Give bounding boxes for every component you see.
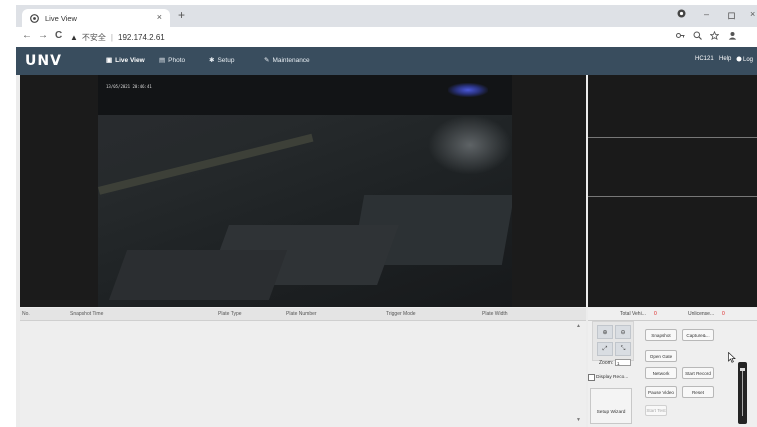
osd-timestamp: 13/05/2021 20:46:41 [106,84,152,89]
feed-blue-light [448,83,488,97]
open-gate-button[interactable]: Open Gate [645,350,677,362]
side-video-3[interactable] [588,197,757,307]
col-no[interactable]: No. [22,311,30,317]
menu-maintenance-label: Maintenance [272,56,310,64]
setup-wizard-button[interactable]: Setup Wizard [590,388,632,424]
unlicensed-count: 0 [722,311,725,317]
menu-photo[interactable]: ▤ Photo [159,56,186,65]
menu-maintenance[interactable]: ✎ Maintenance [264,56,310,65]
profile-icon[interactable] [677,9,686,20]
pause-video-button[interactable]: Pause Video [645,386,677,398]
table-header: No. Snapshot Time Plate Type Plate Numbe… [20,308,586,321]
help-link[interactable]: Help [719,56,731,62]
bookmark-star-icon[interactable] [709,30,720,42]
col-trigger-mode[interactable]: Trigger Mode [386,311,416,317]
unlicensed-label: Unlicense... [688,311,715,317]
total-vehicles-label: Total Vehi... [620,311,646,317]
logout-link[interactable]: Log [736,56,753,64]
feed-slab [108,250,288,300]
zoom-label: Zoom: [599,360,614,366]
maximize-button[interactable]: ロ [727,9,736,22]
display-record-label: Display Reco... [596,375,629,380]
zoom-search-icon[interactable] [693,31,702,42]
minimize-button[interactable]: – [704,9,709,19]
app-navigation-bar: UNV ▣ Live View ▤ Photo ✱ Setup ✎ Mainte… [16,47,757,75]
setup-wizard-label: Setup Wizard [596,410,626,415]
feed-glare [428,115,512,175]
key-icon[interactable] [676,31,685,42]
menu-setup[interactable]: ✱ Setup [209,56,235,65]
checkbox-box[interactable] [588,374,595,381]
main-content: 13/05/2021 20:46:41 No. Snapshot Time Pl… [16,75,757,427]
window-close-button[interactable]: × [750,9,755,19]
tab-close-icon[interactable]: × [157,12,162,22]
side-video-1[interactable] [588,75,757,138]
counters-header: Total Vehi... 0 Unlicense... 0 [588,308,757,321]
slider-thumb[interactable] [740,368,745,371]
menu-photo-label: Photo [168,56,186,64]
start-test-button[interactable]: Start Test [645,405,667,416]
browser-tab[interactable]: Live View × [22,9,170,27]
capture-button[interactable]: Capture&... [682,329,714,341]
col-snapshot-time[interactable]: Snapshot Time [70,311,103,317]
url-bar[interactable]: ▲ 不安全 | 192.174.2.61 [70,30,670,44]
reload-button[interactable]: C [55,30,62,41]
wrench-icon: ✎ [264,57,270,64]
col-plate-number[interactable]: Plate Number [286,311,317,317]
new-tab-button[interactable]: + [178,8,185,22]
table-body: ▲ ▼ [20,321,586,427]
feed-curb [98,133,314,195]
camera-icon: ▣ [106,57,113,64]
display-record-checkbox[interactable]: Display Reco... [588,374,628,381]
gear-icon: ✱ [209,57,215,64]
tab-strip: Live View × + – ロ × [16,5,757,27]
total-vehicles-count: 0 [654,311,657,317]
power-icon [736,56,742,64]
site-favicon-icon [30,13,39,23]
forward-button[interactable]: → [38,30,48,41]
scroll-up-icon[interactable]: ▲ [576,323,581,329]
zoom-out-icon[interactable]: ⊖ [615,325,631,339]
security-warning-icon: ▲ [70,32,78,42]
network-button[interactable]: Network [645,367,677,379]
slider-track [742,370,743,416]
mouse-cursor-icon [728,351,736,365]
start-record-button[interactable]: Start Record [682,367,714,379]
col-plate-type[interactable]: Plate Type [218,311,242,317]
unv-logo: UNV [25,53,62,69]
menu-live-view[interactable]: ▣ Live View [106,56,145,65]
snapshot-table: No. Snapshot Time Plate Type Plate Numbe… [20,308,586,427]
shrink-icon[interactable]: ⤡ [615,342,631,356]
logout-label: Log [743,57,754,63]
username: HC121 [695,56,714,62]
menu-live-view-label: Live View [115,56,145,64]
insecure-label: 不安全 [81,32,106,42]
zoom-level-input[interactable]: 1 [615,359,631,366]
side-video-panels [588,75,757,307]
control-panel: Total Vehi... 0 Unlicense... 0 ⊕ ⊖ ⤢ ⤡ Z… [588,308,757,427]
back-button[interactable]: ← [22,30,32,41]
main-video-panel[interactable]: 13/05/2021 20:46:41 [20,75,586,307]
menu-setup-label: Setup [217,56,235,64]
photo-icon: ▤ [159,57,166,64]
browser-window: Live View × + – ロ × ← → C ▲ 不安全 | 192.17… [16,5,757,427]
scroll-down-icon[interactable]: ▼ [576,417,581,423]
tab-title: Live View [45,13,77,23]
zoom-slider[interactable] [738,362,747,424]
zoom-in-icon[interactable]: ⊕ [597,325,613,339]
snapshot-button[interactable]: Snapshot [645,329,677,341]
zoom-controls: ⊕ ⊖ ⤢ ⤡ [592,321,634,361]
address-bar-row: ← → C ▲ 不安全 | 192.174.2.61 [16,27,757,48]
reset-button[interactable]: Reset [682,386,714,398]
camera-feed: 13/05/2021 20:46:41 [98,75,512,307]
expand-icon[interactable]: ⤢ [597,342,613,356]
col-plate-width[interactable]: Plate Width [482,311,508,317]
url-text: 192.174.2.61 [118,32,165,42]
account-icon[interactable] [728,31,737,42]
side-video-2[interactable] [588,138,757,197]
url-separator: | [110,32,113,42]
